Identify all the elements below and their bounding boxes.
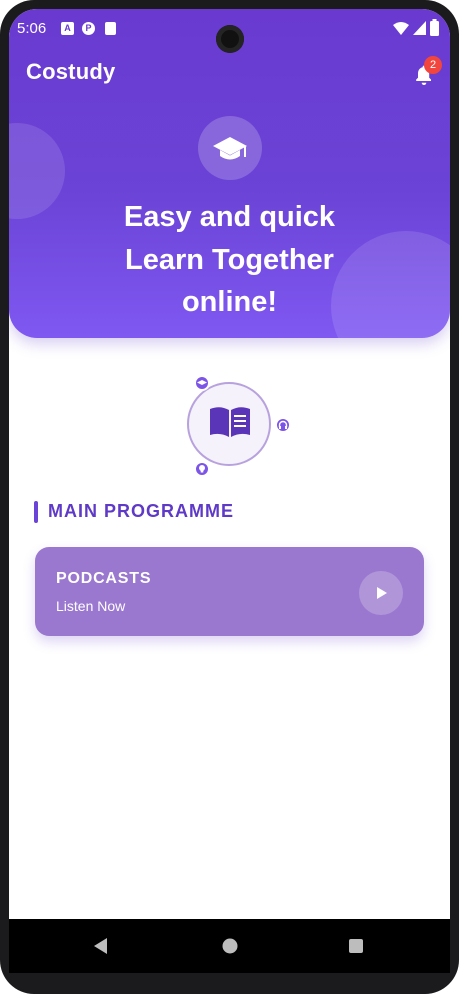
- wifi-icon: [393, 22, 409, 35]
- sim-card-icon: [105, 22, 116, 35]
- learning-illustration: [187, 375, 291, 477]
- system-navigation-bar: [9, 919, 450, 973]
- hero-graduation-badge: [198, 116, 262, 180]
- hero-headline-line: Easy and quick: [123, 201, 336, 233]
- headphones-icon: [275, 417, 291, 433]
- illustration-ring: [187, 382, 271, 466]
- play-button[interactable]: [359, 571, 403, 615]
- section-accent-bar: [34, 501, 38, 523]
- lightbulb-icon: [194, 461, 210, 477]
- back-button[interactable]: [85, 931, 115, 961]
- recent-apps-button[interactable]: [341, 931, 371, 961]
- signal-icon: [413, 21, 426, 35]
- section-title: MAIN PROGRAMME: [48, 501, 234, 521]
- battery-icon: [430, 19, 439, 36]
- card-subtitle: Listen Now: [56, 598, 126, 614]
- status-time: 5:06: [17, 20, 47, 37]
- graduation-cap-icon: [213, 137, 247, 160]
- play-icon: [377, 587, 387, 599]
- card-title: PODCASTS: [56, 570, 152, 587]
- phone-frame: 5:06 A P Costudy 2 Easy and quick Learn …: [0, 0, 459, 994]
- podcasts-card[interactable]: PODCASTS Listen Now: [35, 547, 424, 636]
- notifications-button[interactable]: 2: [412, 56, 442, 87]
- open-book-icon: [210, 407, 250, 437]
- notification-badge: 2: [424, 56, 442, 74]
- home-button[interactable]: [215, 931, 245, 961]
- graduation-cap-icon: [194, 375, 210, 391]
- front-camera: [216, 25, 244, 53]
- notification-a-icon: A: [61, 22, 74, 35]
- notification-p-icon: P: [82, 22, 95, 35]
- hero-header: 5:06 A P Costudy 2 Easy and quick Learn …: [9, 9, 450, 338]
- hero-headline-line: Learn Together: [125, 244, 334, 276]
- app-title: Costudy: [26, 59, 116, 84]
- hero-headline-line: online!: [181, 286, 278, 318]
- app-screen: 5:06 A P Costudy 2 Easy and quick Learn …: [9, 9, 450, 973]
